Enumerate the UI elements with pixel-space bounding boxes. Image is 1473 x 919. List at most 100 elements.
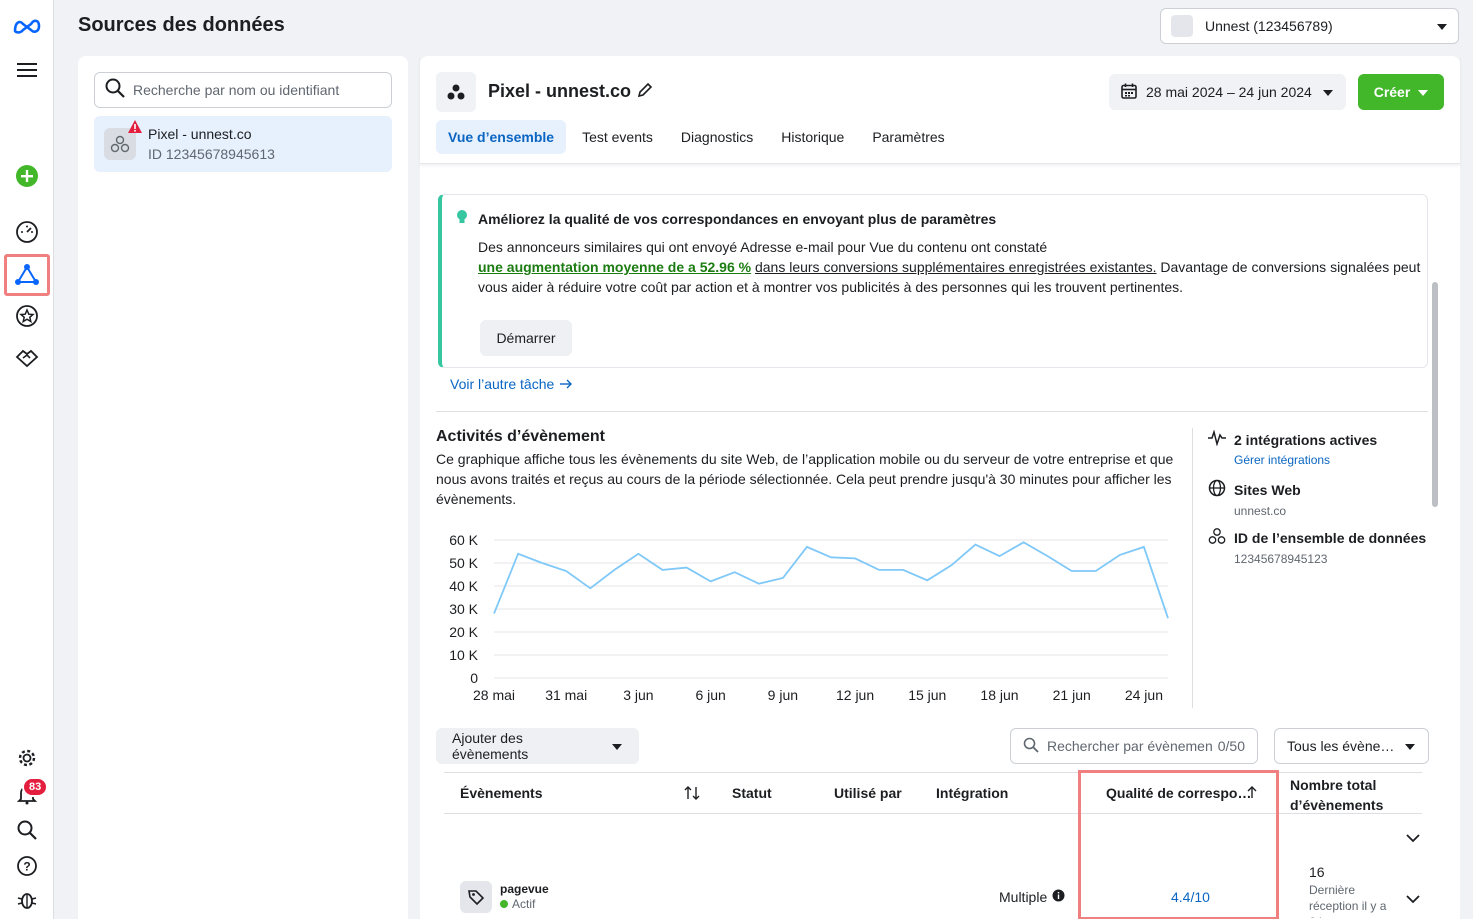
col-integration[interactable]: Intégration (936, 785, 1008, 801)
lightbulb-icon (456, 209, 468, 230)
star-icon[interactable] (7, 296, 47, 336)
event-name[interactable]: pagevue (500, 882, 549, 896)
dataset-search[interactable] (94, 72, 392, 108)
x-tick-label: 3 jun (623, 687, 653, 703)
other-task-link[interactable]: Voir l’autre tâche (450, 376, 573, 392)
col-total-events[interactable]: Nombre total d’évènements (1290, 775, 1420, 815)
account-selector[interactable]: Unnest (123456789) (1160, 8, 1459, 44)
event-search-count: 0/50 (1217, 738, 1245, 754)
x-tick-label: 6 jun (695, 687, 725, 703)
caret-down-icon (611, 738, 623, 754)
chevron-down-icon[interactable] (1406, 891, 1420, 909)
event-integration-label: Multiple (999, 889, 1048, 905)
col-status[interactable]: Statut (732, 785, 772, 801)
activity-title: Activités d’évènement (436, 428, 605, 445)
y-tick-label: 50 K (449, 555, 478, 571)
recommendation-card: Améliorez la qualité de vos correspondan… (438, 194, 1428, 368)
recommendation-body: Des annonceurs similaires qui ont envoyé… (478, 237, 1426, 297)
tab-overview[interactable]: Vue d’ensemble (436, 120, 567, 154)
data-sources-panel: Pixel - unnest.co ID 12345678945613 (78, 56, 408, 919)
caret-down-icon (1404, 738, 1416, 754)
meta-logo-icon[interactable] (7, 6, 47, 46)
create-button-label: Créer (1373, 84, 1411, 100)
add-events-label: Ajouter des évènements (452, 730, 529, 762)
arrow-right-icon (560, 376, 573, 392)
websites-title: Sites Web (1234, 481, 1301, 498)
recommendation-title: Améliorez la qualité de vos correspondan… (478, 211, 997, 227)
event-search-placeholder: Rechercher par évènemen (1047, 738, 1213, 754)
calendar-icon (1121, 83, 1137, 102)
create-button[interactable]: Créer (1358, 74, 1444, 110)
settings-gear-icon[interactable] (7, 738, 47, 778)
vertical-divider (1192, 428, 1193, 708)
search-icon[interactable] (7, 810, 47, 850)
activity-description: Ce graphique affiche tous les évènements… (436, 451, 1174, 507)
y-tick-label: 40 K (449, 578, 478, 594)
bug-report-icon[interactable] (7, 880, 47, 919)
edit-pencil-icon[interactable] (636, 81, 654, 104)
date-range-label: 28 mai 2024 – 24 jun 2024 (1146, 84, 1312, 100)
event-integration: Multiple (999, 889, 1065, 905)
tab-diagnostics[interactable]: Diagnostics (669, 120, 765, 154)
event-search-input[interactable]: Rechercher par évènemen 0/50 (1010, 728, 1258, 764)
tab-test-events[interactable]: Test events (570, 120, 665, 154)
x-tick-label: 9 jun (768, 687, 798, 703)
menu-icon[interactable] (7, 50, 47, 90)
page-title: Sources des données (78, 14, 285, 36)
dataset-search-input[interactable] (133, 82, 373, 98)
caret-down-icon (1322, 84, 1334, 100)
pixel-tabs: Vue d’ensemble Test events Diagnostics H… (436, 120, 957, 154)
dataset-id: ID 12345678945613 (148, 146, 275, 162)
dataset-id-title: ID de l’ensemble de données (1234, 529, 1427, 546)
event-filter-dropdown[interactable]: Tous les évène… (1274, 728, 1429, 764)
pixel-icon (436, 72, 476, 112)
warning-icon (128, 120, 142, 138)
chevron-down-icon[interactable] (1406, 830, 1420, 848)
globe-icon (1208, 479, 1226, 500)
pulse-icon (1208, 429, 1226, 449)
tab-settings[interactable]: Paramètres (860, 120, 956, 154)
main-panel: Pixel - unnest.co 28 mai 2024 – 24 jun 2… (420, 56, 1460, 919)
account-avatar (1171, 15, 1193, 37)
tab-history[interactable]: Historique (769, 120, 856, 154)
x-tick-label: 21 jun (1053, 687, 1091, 703)
content-scrollbar[interactable] (1432, 282, 1438, 507)
col-used-by[interactable]: Utilisé par (834, 785, 902, 801)
series-line (493, 541, 1169, 619)
svg-text:?: ? (23, 860, 30, 874)
dataset-name: Pixel - unnest.co (148, 126, 252, 142)
dataset-id-info: ID de l’ensemble de données 123456789451… (1208, 527, 1426, 566)
partners-handshake-icon[interactable] (7, 338, 47, 378)
data-sources-icon[interactable] (4, 254, 50, 296)
start-button[interactable]: Démarrer (480, 320, 572, 356)
notification-count-badge: 83 (22, 777, 49, 797)
y-tick-label: 10 K (449, 647, 478, 663)
sort-icon[interactable] (684, 785, 700, 804)
event-total: 16 (1309, 864, 1325, 880)
website-value: unnest.co (1234, 504, 1287, 518)
y-tick-label: 30 K (449, 601, 478, 617)
section-divider (436, 411, 1428, 412)
dataset-item[interactable]: Pixel - unnest.co ID 12345678945613 (94, 116, 392, 172)
date-range-picker[interactable]: 28 mai 2024 – 24 jun 2024 (1109, 74, 1346, 110)
left-rail: 83 ? (0, 0, 54, 919)
recommendation-line1: Des annonceurs similaires qui ont envoyé… (478, 239, 1048, 255)
x-tick-label: 28 mai (473, 687, 515, 703)
x-tick-label: 15 jun (908, 687, 946, 703)
other-task-label: Voir l’autre tâche (450, 376, 555, 392)
dataset-id-value: 12345678945123 (1234, 552, 1328, 566)
x-tick-label: 18 jun (980, 687, 1018, 703)
dashboard-gauge-icon[interactable] (7, 212, 47, 252)
search-icon (105, 78, 125, 103)
pixel-title: Pixel - unnest.co (488, 81, 632, 101)
recommendation-highlight[interactable]: une augmentation moyenne de a 52.96 % (478, 259, 751, 275)
create-plus-icon[interactable] (7, 156, 47, 196)
event-match-quality[interactable]: 4.4/10 (1171, 889, 1210, 905)
manage-integrations-link[interactable]: Gérer intégrations (1234, 453, 1377, 467)
dataset-icon (1208, 527, 1226, 548)
col-events[interactable]: Évènements (460, 785, 542, 801)
add-events-button[interactable]: Ajouter des évènements (436, 728, 639, 764)
info-icon[interactable] (1052, 889, 1065, 905)
event-tag-icon (460, 881, 492, 913)
dataset-icon (104, 120, 142, 160)
